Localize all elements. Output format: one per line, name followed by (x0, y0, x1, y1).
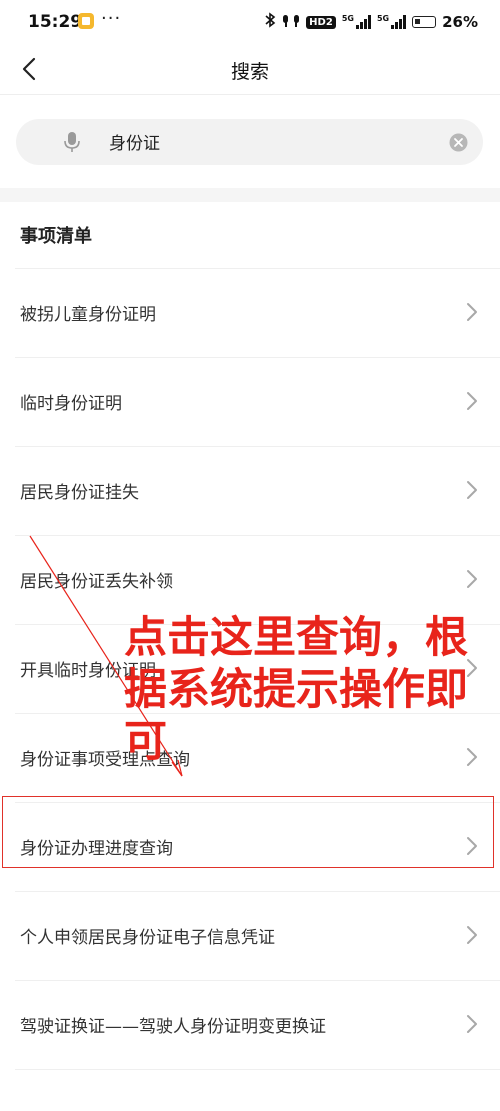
battery-percent: 26% (442, 13, 478, 31)
status-bar: 15:29 ··· HD2 5G 5G 26% (0, 0, 500, 44)
earbuds-icon (282, 14, 300, 31)
list-item[interactable]: 居民身份证挂失 (15, 447, 500, 536)
chevron-right-icon (467, 481, 477, 499)
list-item[interactable]: 临时身份证明 (15, 358, 500, 447)
status-time: 15:29 (28, 12, 83, 32)
search-input[interactable] (109, 131, 409, 151)
list-item-label: 临时身份证明 (20, 394, 122, 414)
bluetooth-icon (264, 12, 276, 32)
search-box[interactable] (16, 119, 483, 165)
network-type-1: 5G (341, 13, 354, 23)
list-item[interactable]: 被拐儿童身份证明 (15, 269, 500, 358)
chevron-right-icon (467, 392, 477, 410)
chevron-right-icon (467, 926, 477, 944)
list-item-label: 居民身份证丢失补领 (20, 572, 173, 592)
hd-voice-badge: HD2 (306, 15, 336, 29)
notification-app-icon (78, 13, 94, 29)
signal-icon-2 (391, 15, 407, 29)
list-item[interactable]: 个人申领居民身份证电子信息凭证 (15, 892, 500, 981)
more-notifications-icon: ··· (101, 8, 122, 29)
annotation-highlight-box (2, 796, 494, 868)
list-item-label: 驾驶证换证——驾驶人身份证明变更换证 (20, 1017, 326, 1037)
search-area (0, 95, 500, 188)
page-title: 搜索 (230, 61, 269, 83)
battery-icon (412, 16, 437, 28)
network-type-2: 5G (376, 13, 390, 23)
annotation-text: 点击这里查询，根据系统提示操作即可 (124, 613, 468, 767)
chevron-right-icon (467, 1015, 477, 1033)
section-title: 事项清单 (20, 226, 92, 247)
list-item-label: 被拐儿童身份证明 (20, 305, 156, 325)
nav-header: 搜索 (0, 44, 500, 95)
microphone-icon[interactable] (62, 131, 82, 153)
signal-icon-1 (355, 15, 371, 29)
chevron-right-icon (467, 303, 477, 321)
status-indicators: HD2 5G 5G 26% (264, 11, 478, 33)
list-item[interactable]: 驾驶证换证——驾驶人身份证明变更换证 (15, 981, 500, 1070)
chevron-right-icon (467, 570, 477, 588)
clear-icon[interactable] (449, 133, 468, 152)
list-item-label: 居民身份证挂失 (20, 483, 139, 503)
list-item-label: 个人申领居民身份证电子信息凭证 (20, 928, 275, 948)
section-separator (0, 188, 500, 202)
